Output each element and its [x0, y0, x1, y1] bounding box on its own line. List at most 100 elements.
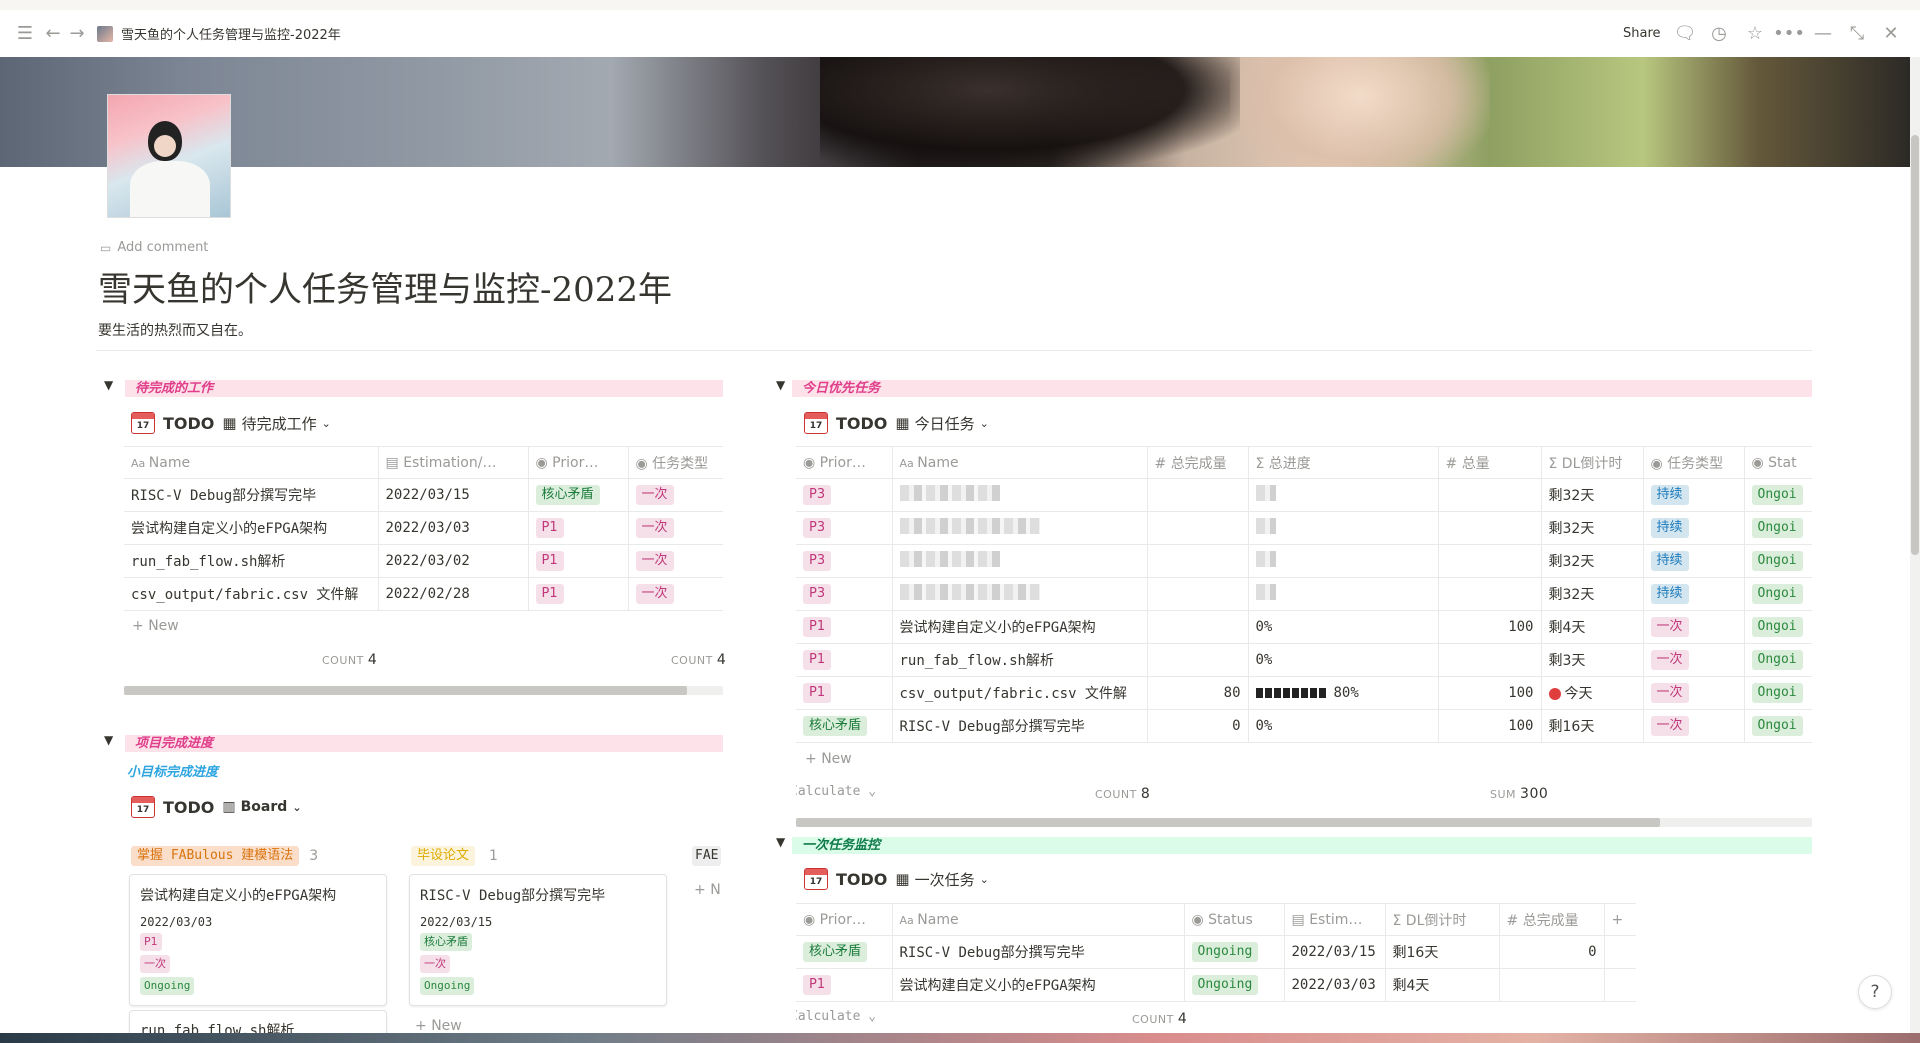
- cell-date[interactable]: 2022/02/28: [378, 577, 529, 611]
- vertical-scrollbar[interactable]: [1910, 57, 1920, 1043]
- cell-total-progress[interactable]: 80%: [1248, 676, 1439, 710]
- cell-name[interactable]: [892, 544, 1148, 578]
- cell-date[interactable]: 2022/03/15: [378, 478, 529, 512]
- toggle-triangle-icon[interactable]: ▼: [776, 835, 785, 849]
- board-new-card-button[interactable]: + New: [415, 1018, 462, 1034]
- cell-name[interactable]: 尝试构建自定义小的eFPGA架构: [892, 610, 1148, 644]
- col-header-status[interactable]: ◉ Stat: [1744, 446, 1812, 479]
- cell-status[interactable]: Ongoi: [1744, 709, 1812, 743]
- cell-name[interactable]: RISC-V Debug部分撰写完毕: [124, 478, 379, 512]
- cell-date[interactable]: 2022/03/03: [1284, 968, 1386, 1002]
- cell-name[interactable]: 尝试构建自定义小的eFPGA架构: [124, 511, 379, 545]
- cell-total-done[interactable]: [1147, 544, 1249, 578]
- cell-total-progress[interactable]: [1248, 511, 1439, 545]
- page-title[interactable]: 雪天鱼的个人任务管理与监控-2022年: [98, 262, 672, 311]
- cell-total[interactable]: 100: [1438, 610, 1542, 644]
- count-summary-name[interactable]: COUNT 4: [322, 652, 377, 668]
- cell-total[interactable]: [1438, 643, 1542, 677]
- restore-icon[interactable]: ⤡: [1846, 23, 1868, 45]
- cell-total-progress[interactable]: [1248, 577, 1439, 611]
- cell-priority[interactable]: P1: [796, 968, 893, 1002]
- col-header-name[interactable]: Aa Name: [892, 446, 1148, 479]
- cell-priority[interactable]: P1: [528, 577, 629, 611]
- board-new-in-group[interactable]: + N: [694, 882, 721, 898]
- toggle-triangle-icon[interactable]: ▼: [104, 378, 113, 392]
- cell-priority[interactable]: 核心矛盾: [796, 935, 893, 969]
- board-group-header[interactable]: 掌握 FABulous 建模语法 3: [131, 846, 318, 866]
- cell-status[interactable]: Ongoing: [1184, 935, 1285, 969]
- cell-priority[interactable]: P1: [528, 544, 629, 578]
- cell-name[interactable]: RISC-V Debug部分撰写完毕: [892, 935, 1185, 969]
- cell-total[interactable]: 100: [1438, 709, 1542, 743]
- cell-deadline[interactable]: 剩4天: [1385, 968, 1500, 1002]
- cell-priority[interactable]: P3: [796, 577, 893, 611]
- table-row[interactable]: 核心矛盾 RISC-V Debug部分撰写完毕 Ongoing 2022/03/…: [796, 935, 1636, 969]
- cell-type[interactable]: 持续: [1643, 478, 1745, 512]
- share-button[interactable]: Share: [1623, 26, 1661, 41]
- cell-total-done[interactable]: [1499, 968, 1605, 1002]
- cell-type[interactable]: 一次: [628, 544, 723, 578]
- cell-priority[interactable]: P1: [528, 511, 629, 545]
- cell-total-done[interactable]: 80: [1147, 676, 1249, 710]
- cell-type[interactable]: 一次: [1643, 643, 1745, 677]
- cell-total[interactable]: [1438, 478, 1542, 512]
- cell-name[interactable]: [892, 478, 1148, 512]
- cell-total-progress[interactable]: 0%: [1248, 643, 1439, 677]
- cell-priority[interactable]: P3: [796, 511, 893, 545]
- cell-name[interactable]: run_fab_flow.sh解析: [892, 643, 1148, 677]
- page-cover-image[interactable]: [0, 57, 1910, 167]
- cell-deadline[interactable]: 剩32天: [1541, 511, 1644, 545]
- cell-status[interactable]: Ongoi: [1744, 544, 1812, 578]
- cell-deadline[interactable]: 剩16天: [1541, 709, 1644, 743]
- cell-status[interactable]: Ongoi: [1744, 643, 1812, 677]
- cell-type[interactable]: 持续: [1643, 511, 1745, 545]
- horizontal-scrollbar[interactable]: [124, 686, 723, 695]
- cell-total-done[interactable]: [1147, 478, 1249, 512]
- table-row[interactable]: run_fab_flow.sh解析 2022/03/02 P1 一次: [124, 544, 723, 578]
- cell-status[interactable]: Ongoi: [1744, 478, 1812, 512]
- cell-total[interactable]: [1438, 544, 1542, 578]
- help-button[interactable]: ?: [1858, 975, 1892, 1009]
- cell-type[interactable]: 一次: [628, 577, 723, 611]
- cell-total-done[interactable]: [1147, 610, 1249, 644]
- cell-priority[interactable]: P1: [796, 676, 893, 710]
- cell-type[interactable]: 持续: [1643, 577, 1745, 611]
- favorite-star-icon[interactable]: ☆: [1744, 23, 1766, 45]
- count-summary[interactable]: COUNT 4: [1132, 1011, 1187, 1027]
- forward-arrow-icon[interactable]: →: [66, 23, 88, 45]
- back-arrow-icon[interactable]: ←: [42, 23, 64, 45]
- col-header-task-type[interactable]: ◉ 任务类型: [628, 446, 723, 479]
- cell-deadline[interactable]: 剩32天: [1541, 577, 1644, 611]
- table-row[interactable]: P1 csv_output/fabric.csv 文件解 80 80% 100 今天 一次 O…: [796, 676, 1812, 710]
- menu-icon[interactable]: ☰: [14, 23, 36, 45]
- col-header-total[interactable]: # 总量: [1438, 446, 1542, 479]
- page-avatar-icon[interactable]: [107, 94, 231, 218]
- count-summary-type[interactable]: COUNT 4: [671, 652, 726, 668]
- col-header-priority[interactable]: ◉ Prior…: [796, 446, 893, 479]
- cell-priority[interactable]: 核心矛盾: [528, 478, 629, 512]
- cell-total[interactable]: [1438, 577, 1542, 611]
- col-header-name[interactable]: Aa Name: [892, 903, 1185, 936]
- toggle-triangle-icon[interactable]: ▼: [104, 733, 113, 747]
- cell-type[interactable]: 一次: [1643, 709, 1745, 743]
- cell-name[interactable]: [892, 511, 1148, 545]
- cell-status[interactable]: Ongoing: [1184, 968, 1285, 1002]
- cell-total-done[interactable]: 0: [1499, 935, 1605, 969]
- col-header-deadline[interactable]: Σ DL倒计时: [1385, 903, 1500, 936]
- minimize-icon[interactable]: —: [1812, 23, 1834, 45]
- close-icon[interactable]: ✕: [1880, 23, 1902, 45]
- cell-total-done[interactable]: [1147, 643, 1249, 677]
- table-row[interactable]: P1 尝试构建自定义小的eFPGA架构 Ongoing 2022/03/03 剩…: [796, 968, 1636, 1002]
- cell-date[interactable]: 2022/03/15: [1284, 935, 1386, 969]
- cell-status[interactable]: Ongoi: [1744, 511, 1812, 545]
- cell-type[interactable]: 一次: [1643, 676, 1745, 710]
- cell-total-done[interactable]: [1147, 511, 1249, 545]
- toggle-triangle-icon[interactable]: ▼: [776, 378, 785, 392]
- table-row[interactable]: csv_output/fabric.csv 文件解 2022/02/28 P1 …: [124, 577, 723, 611]
- col-header-total-done[interactable]: # 总完成量: [1147, 446, 1249, 479]
- horizontal-scrollbar[interactable]: [796, 818, 1812, 827]
- cell-date[interactable]: 2022/03/02: [378, 544, 529, 578]
- board-card[interactable]: RISC-V Debug部分撰写完毕 2022/03/15 核心矛盾 一次 On…: [409, 874, 667, 1006]
- cell-total-progress[interactable]: [1248, 544, 1439, 578]
- cell-name[interactable]: csv_output/fabric.csv 文件解: [124, 577, 379, 611]
